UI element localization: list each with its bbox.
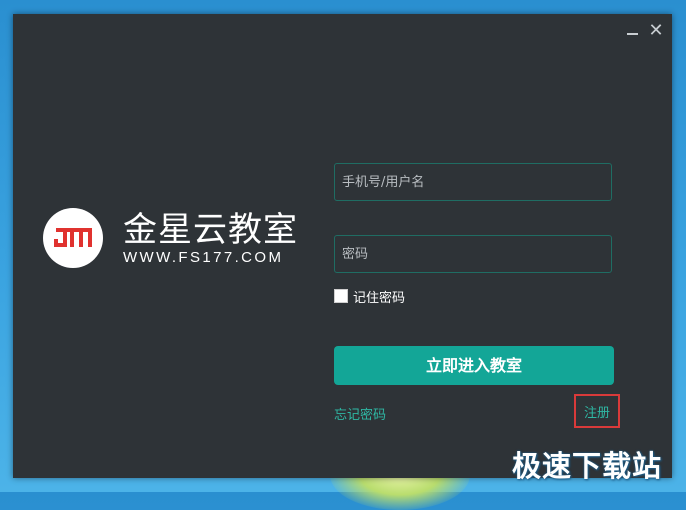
enter-classroom-button[interactable]: 立即进入教室	[334, 346, 614, 385]
register-highlight-box[interactable]: 注册	[574, 394, 620, 428]
watermark-text: 极速下载站	[512, 449, 663, 483]
username-input[interactable]	[335, 164, 611, 200]
remember-password-option[interactable]: 记住密码	[334, 288, 406, 306]
brand-logo	[43, 208, 103, 268]
password-field[interactable]	[334, 235, 612, 273]
brand-url: WWW.FS177.COM	[123, 249, 284, 266]
login-window: ✕ 金星云教室 WWW.FS177.COM 记住密码 立	[13, 14, 672, 478]
close-button[interactable]: ✕	[647, 22, 665, 40]
forgot-password-link[interactable]: 忘记密码	[334, 404, 386, 423]
minimize-button[interactable]	[624, 22, 642, 40]
brand-title: 金星云教室	[123, 210, 298, 250]
register-link[interactable]: 注册	[584, 402, 610, 421]
remember-label: 记住密码	[353, 290, 406, 306]
minimize-icon	[627, 33, 638, 35]
jm-logo-icon	[54, 228, 92, 247]
username-field[interactable]	[334, 163, 612, 201]
remember-checkbox[interactable]	[334, 289, 348, 303]
close-icon: ✕	[648, 20, 664, 41]
password-input[interactable]	[335, 236, 611, 272]
